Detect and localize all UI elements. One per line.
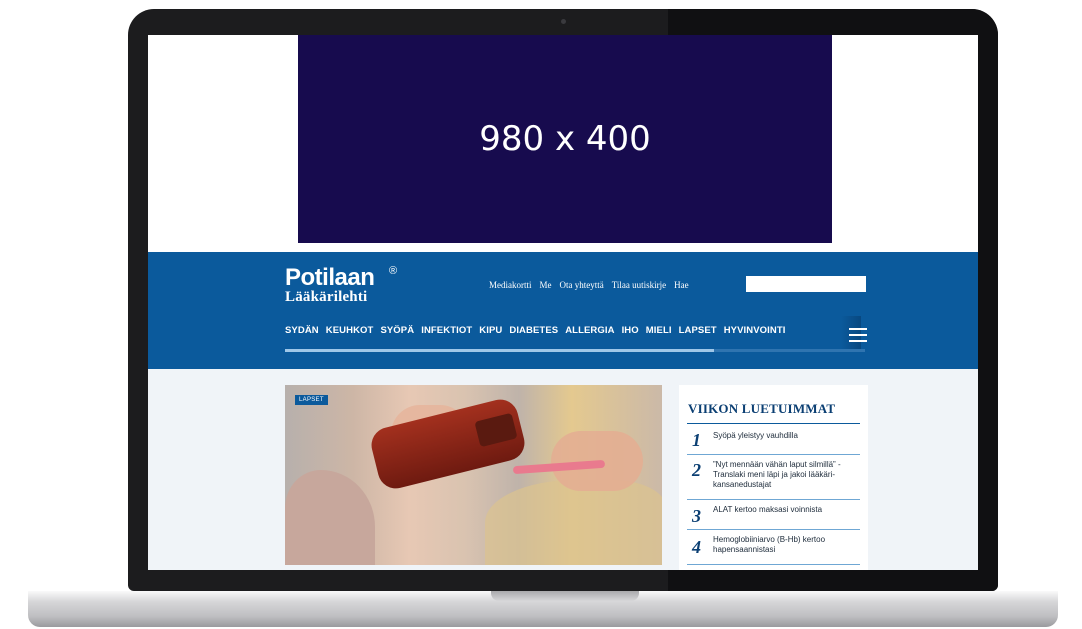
nav-scrollbar-thumb[interactable] bbox=[285, 349, 715, 352]
link-me[interactable]: Me bbox=[540, 280, 552, 290]
rank-number: 3 bbox=[692, 506, 701, 526]
article-title[interactable]: Hemoglobiiniarvo (B-Hb) kertoo hapensaan… bbox=[713, 535, 863, 555]
logo-main-text: Potilaan bbox=[285, 264, 375, 291]
nav-item-infektiot[interactable]: INFEKTIOT bbox=[421, 325, 472, 336]
rank-number: 1 bbox=[692, 430, 701, 450]
site-header: Potilaan Lääkärilehti ® Mediakortti Me O… bbox=[148, 252, 978, 369]
ad-area: 980 x 400 bbox=[148, 35, 978, 252]
link-contact[interactable]: Ota yhteyttä bbox=[560, 280, 604, 290]
nav-item-sydan[interactable]: SYDÄN bbox=[285, 325, 319, 336]
article-title[interactable]: Syöpä yleistyy vauhdilla bbox=[713, 431, 863, 441]
list-item[interactable]: 1 Syöpä yleistyy vauhdilla bbox=[687, 425, 860, 455]
article-title[interactable]: ”Nyt mennään vähän laput silmillä” - Tra… bbox=[713, 460, 863, 490]
camera-icon bbox=[561, 19, 566, 24]
top-links: Mediakortti Me Ota yhteyttä Tilaa uutisk… bbox=[489, 280, 689, 290]
logo-sub-text: Lääkärilehti bbox=[285, 289, 368, 305]
main-nav: SYDÄN KEUHKOT SYÖPÄ INFEKTIOT KIPU DIABE… bbox=[285, 325, 786, 336]
nav-item-kipu[interactable]: KIPU bbox=[479, 325, 502, 336]
nav-item-syopa[interactable]: SYÖPÄ bbox=[380, 325, 414, 336]
ad-size-label: 980 x 400 bbox=[479, 119, 651, 159]
divider bbox=[687, 423, 860, 424]
most-read-title: VIIKON LUETUIMMAT bbox=[688, 401, 836, 416]
nav-item-allergia[interactable]: ALLERGIA bbox=[565, 325, 614, 336]
link-newsletter[interactable]: Tilaa uutiskirje bbox=[612, 280, 666, 290]
search-label[interactable]: Hae bbox=[674, 280, 689, 290]
nav-scrollbar[interactable] bbox=[285, 349, 865, 352]
nav-item-mieli[interactable]: MIELI bbox=[646, 325, 672, 336]
laptop-base bbox=[28, 591, 1058, 627]
nav-item-hyvinvointi[interactable]: HYVINVOINTI bbox=[724, 325, 786, 336]
most-read-widget: VIIKON LUETUIMMAT 1 Syöpä yleistyy vauhd… bbox=[679, 385, 868, 570]
hero-article-image[interactable]: LAPSET bbox=[285, 385, 662, 565]
list-item[interactable]: 3 ALAT kertoo maksasi voinnista bbox=[687, 500, 860, 530]
rank-number: 2 bbox=[692, 460, 701, 480]
nav-item-keuhkot[interactable]: KEUHKOT bbox=[326, 325, 374, 336]
list-item[interactable]: 4 Hemoglobiiniarvo (B-Hb) kertoo hapensa… bbox=[687, 530, 860, 565]
nav-item-lapset[interactable]: LAPSET bbox=[679, 325, 717, 336]
ad-banner[interactable]: 980 x 400 bbox=[298, 35, 832, 243]
category-badge[interactable]: LAPSET bbox=[295, 395, 328, 405]
nav-item-diabetes[interactable]: DIABETES bbox=[509, 325, 558, 336]
nav-item-iho[interactable]: IHO bbox=[622, 325, 639, 336]
search-input[interactable] bbox=[746, 276, 866, 292]
hamburger-icon[interactable] bbox=[849, 328, 867, 342]
rank-number: 4 bbox=[692, 537, 701, 557]
site-logo[interactable]: Potilaan Lääkärilehti ® bbox=[285, 264, 397, 305]
opening-notch bbox=[491, 591, 639, 601]
browser-screen: 980 x 400 Potilaan Lääkärilehti ® Mediak… bbox=[148, 35, 978, 570]
link-mediakortti[interactable]: Mediakortti bbox=[489, 280, 532, 290]
list-item[interactable]: 2 ”Nyt mennään vähän laput silmillä” - T… bbox=[687, 455, 860, 500]
article-title[interactable]: ALAT kertoo maksasi voinnista bbox=[713, 505, 863, 515]
logo-mark-icon: ® bbox=[389, 265, 398, 277]
